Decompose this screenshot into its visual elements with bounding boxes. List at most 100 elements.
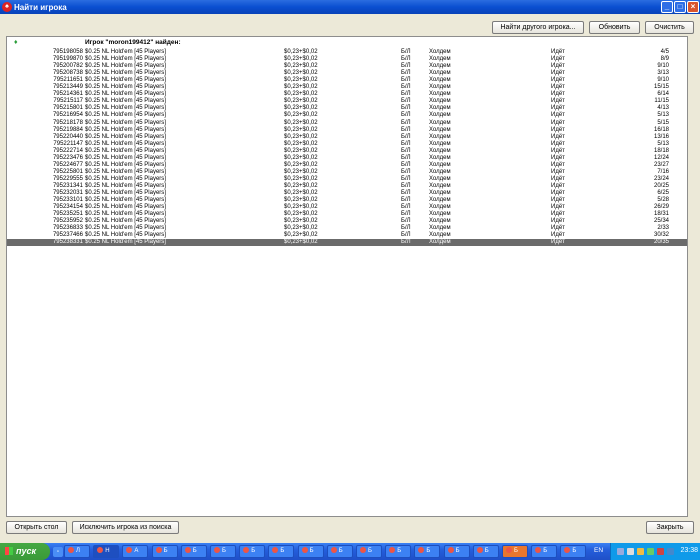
table-row[interactable]: 795222714 $0.25 NL Hold'em [45 Players] $0…	[7, 148, 687, 155]
table-row[interactable]: 795215117 $0.25 NL Hold'em [45 Players] $0…	[7, 98, 687, 105]
system-tray: 23:38	[610, 543, 700, 560]
table-row[interactable]: 795224677 $0.25 NL Hold'em [45 Players] $0…	[7, 162, 687, 169]
table-row[interactable]: 795216954 $0.25 NL Hold'em [45 Players] $0…	[7, 112, 687, 119]
cell-type: Б/Л	[401, 84, 411, 91]
tray-icon[interactable]	[617, 548, 624, 555]
tray-icon[interactable]	[657, 548, 664, 555]
taskbar-app-button[interactable]: Б	[180, 545, 207, 558]
table-row[interactable]: 795225801 $0.25 NL Hold'em [45 Players] $0…	[7, 169, 687, 176]
table-row[interactable]: 795200782 $0.25 NL Hold'em [45 Players] $0…	[7, 63, 687, 70]
table-row[interactable]: 795238331 $0.25 NL Hold'em [45 Players] $0…	[7, 239, 687, 247]
maximize-icon[interactable]: □	[674, 1, 686, 13]
cell-type: Б/Л	[401, 154, 411, 161]
clear-button[interactable]: Очистить	[645, 21, 694, 34]
cell-id: 795200782	[52, 63, 83, 70]
cell-game: $0.25 NL Hold'em [45 Players]	[85, 140, 166, 147]
cell-game: $0.25 NL Hold'em [45 Players]	[85, 168, 166, 175]
cell-game: $0.25 NL Hold'em [45 Players]	[85, 119, 166, 126]
table-row[interactable]: 795231341 $0.25 NL Hold'em [45 Players] $0…	[7, 183, 687, 190]
cell-id: 795224677	[52, 161, 83, 168]
table-row[interactable]: 795233101 $0.25 NL Hold'em [45 Players] $0…	[7, 197, 687, 204]
taskbar-app-button[interactable]: Б	[210, 545, 236, 558]
cell-players: 12/24	[653, 154, 669, 161]
cell-stakes: $0,23+$0,02	[284, 112, 318, 119]
table-row[interactable]: 795229555 $0.25 NL Hold'em [45 Players] $0…	[7, 176, 687, 183]
start-button[interactable]: пуск	[0, 543, 50, 560]
cell-id: 795236833	[52, 225, 83, 232]
taskbar-app-button[interactable]: Б	[560, 545, 587, 558]
open-table-button[interactable]: Открыть стол	[6, 521, 67, 534]
close-button[interactable]: Закрыть	[646, 521, 694, 534]
taskbar-app-button[interactable]: А	[122, 545, 149, 558]
cell-speed: Холдем	[429, 218, 451, 225]
table-row[interactable]: 795236833 $0.25 NL Hold'em [45 Players] $0…	[7, 225, 687, 232]
exclude-player-button[interactable]: Исключить игрока из поиска	[72, 521, 179, 534]
cell-type: Б/Л	[401, 232, 411, 239]
cell-speed: Холдем	[429, 239, 451, 246]
table-row[interactable]: 795214361 $0.25 NL Hold'em [45 Players] $0…	[7, 91, 687, 98]
cell-stakes: $0,23+$0,02	[284, 126, 318, 133]
cell-id: 795211651	[53, 77, 83, 84]
cell-players: 6/25	[657, 190, 669, 196]
table-row[interactable]: 795218178 $0.25 NL Hold'em [45 Players] $0…	[7, 120, 687, 127]
tray-icon[interactable]	[637, 548, 644, 555]
cell-stakes: $0,23+$0,02	[284, 70, 318, 77]
table-row[interactable]: 795237466 $0.25 NL Hold'em [45 Players] $0…	[7, 232, 687, 239]
minimize-icon[interactable]: _	[661, 1, 673, 13]
table-row[interactable]: 795223476 $0.25 NL Hold'em [45 Players] $0…	[7, 155, 687, 162]
cell-players: 3/13	[657, 70, 669, 77]
app-icon	[155, 547, 162, 553]
taskbar-app-button[interactable]: Н	[93, 545, 120, 558]
refresh-button[interactable]: Обновить	[589, 21, 640, 34]
cell-stakes: $0,23+$0,02	[284, 133, 318, 140]
quicklaunch-icon[interactable]: ▫	[53, 547, 63, 557]
cell-speed: Холдем	[429, 98, 451, 105]
cell-status: Идёт	[551, 126, 565, 133]
taskbar-app-label: Б	[514, 548, 518, 554]
taskbar-app-button[interactable]: Б	[414, 545, 441, 558]
table-row[interactable]: 795235952 $0.25 NL Hold'em [45 Players] $0…	[7, 218, 687, 225]
results-list[interactable]: ♦ Игрок "moron199412" найден: 795198058 $…	[6, 36, 688, 517]
cell-type: Б/Л	[401, 225, 411, 232]
table-row[interactable]: 795221147 $0.25 NL Hold'em [45 Players] $0…	[7, 141, 687, 148]
table-row[interactable]: 795198058 $0.25 NL Hold'em [45 Players] $0…	[7, 49, 687, 56]
taskbar-app-button[interactable]: Л	[64, 545, 90, 558]
table-row[interactable]: 795235251 $0.25 NL Hold'em [45 Players] $0…	[7, 211, 687, 218]
cell-status: Идёт	[551, 70, 565, 77]
table-row[interactable]: 795211651 $0.25 NL Hold'em [45 Players] $0…	[7, 77, 687, 84]
cell-stakes: $0,23+$0,02	[284, 239, 318, 246]
taskbar-app-button[interactable]: Б	[502, 545, 528, 558]
find-other-player-button[interactable]: Найти другого игрока...	[492, 21, 584, 34]
taskbar-app-button[interactable]: Б	[356, 545, 382, 558]
taskbar-app-button[interactable]: Б	[472, 545, 499, 558]
language-indicator[interactable]: EN	[594, 547, 603, 554]
table-row[interactable]: 795219884 $0.25 NL Hold'em [45 Players] $0…	[7, 127, 687, 134]
taskbar-app-button[interactable]: Б	[326, 545, 353, 558]
table-row[interactable]: 795215801 $0.25 NL Hold'em [45 Players] $0…	[7, 105, 687, 112]
table-row[interactable]: 795232031 $0.25 NL Hold'em [45 Players] $0…	[7, 190, 687, 197]
table-row[interactable]: 795213449 $0.25 NL Hold'em [45 Players] $0…	[7, 84, 687, 91]
tray-icon[interactable]	[647, 548, 654, 555]
cell-status: Идёт	[551, 112, 565, 119]
taskbar-app-button[interactable]: Б	[297, 545, 324, 558]
tray-icon[interactable]	[627, 548, 634, 555]
table-row[interactable]: 795220440 $0.25 NL Hold'em [45 Players] $0…	[7, 134, 687, 141]
close-icon[interactable]: ×	[687, 1, 699, 13]
cell-type: Б/Л	[401, 119, 411, 126]
cell-speed: Холдем	[429, 133, 451, 140]
cell-players: 26/29	[653, 204, 669, 211]
tray-icon[interactable]	[667, 548, 674, 555]
taskbar-app-button[interactable]: Б	[385, 545, 412, 558]
table-row[interactable]: 795208738 $0.25 NL Hold'em [45 Players] $0…	[7, 70, 687, 77]
cell-type: Б/Л	[401, 168, 411, 175]
cell-type: Б/Л	[401, 211, 411, 218]
taskbar-app-button[interactable]: Б	[443, 545, 470, 558]
taskbar-app-button[interactable]: Б	[239, 545, 266, 558]
cell-stakes: $0,23+$0,02	[284, 218, 318, 225]
table-row[interactable]: 795234154 $0.25 NL Hold'em [45 Players] $0…	[7, 204, 687, 211]
taskbar-app-button[interactable]: Б	[268, 545, 295, 558]
table-row[interactable]: 795199870 $0.25 NL Hold'em [45 Players] $0…	[7, 56, 687, 63]
cell-type: Б/Л	[401, 56, 411, 63]
taskbar-app-button[interactable]: Б	[151, 545, 178, 558]
taskbar-app-button[interactable]: Б	[531, 545, 558, 558]
